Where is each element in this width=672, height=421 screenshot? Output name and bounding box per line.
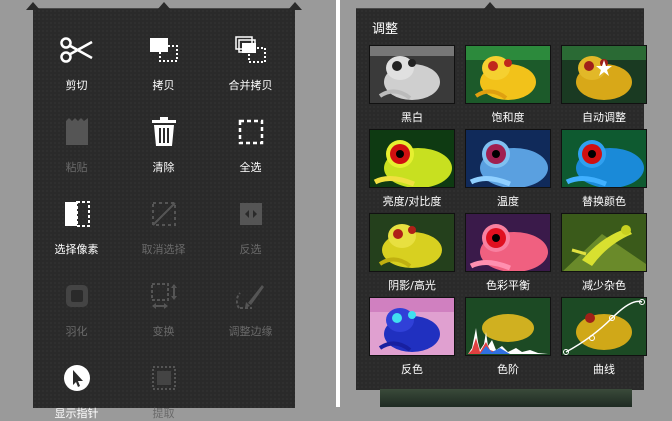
adjustments-panel: 调整 黑白 饱和度 自动调整 亮度/对比度 温度 替换颜色 阴影/高光 色彩平衡…: [356, 2, 647, 390]
invert-thumbnail: [369, 297, 455, 356]
adjust-black-white[interactable]: 黑白: [366, 45, 458, 125]
select-pixels-icon: [57, 195, 97, 233]
deselect-label: 取消选择: [141, 243, 186, 256]
adjust-curves[interactable]: 曲线: [558, 297, 650, 377]
adjust-invert[interactable]: 反色: [366, 297, 458, 377]
saturation-thumbnail: [465, 45, 551, 104]
deselect-icon: [144, 195, 184, 233]
pointer-icon: [57, 359, 97, 397]
select-pixels-button[interactable]: 选择像素: [33, 187, 120, 257]
select-pixels-label: 选择像素: [54, 243, 99, 256]
shadows-highlights-label: 阴影/高光: [388, 279, 436, 292]
adjust-brightness-contrast[interactable]: 亮度/对比度: [366, 129, 458, 209]
select-all-label: 全选: [239, 161, 262, 174]
curves-thumbnail: [561, 297, 647, 356]
scissors-icon: [57, 31, 97, 69]
transform-icon: [144, 277, 184, 315]
feather-button[interactable]: 羽化: [33, 269, 120, 339]
saturation-label: 饱和度: [491, 111, 525, 124]
black-white-label: 黑白: [401, 111, 423, 124]
adjust-auto[interactable]: 自动调整: [558, 45, 650, 125]
adjust-saturation[interactable]: 饱和度: [462, 45, 554, 125]
replace-color-thumbnail: [561, 129, 647, 188]
adjustments-title: 调整: [372, 22, 399, 37]
adjust-replace-color[interactable]: 替换颜色: [558, 129, 650, 209]
invert-selection-label: 反选: [239, 243, 262, 256]
auto-adjust-label: 自动调整: [582, 111, 626, 124]
temperature-thumbnail: [465, 129, 551, 188]
extract-label: 提取: [152, 407, 175, 420]
color-balance-label: 色彩平衡: [486, 279, 530, 292]
show-pointer-button[interactable]: 显示指针: [33, 351, 120, 421]
deselect-button[interactable]: 取消选择: [120, 187, 207, 257]
transform-label: 变换: [152, 325, 175, 338]
invert-label: 反色: [401, 363, 423, 376]
copy-button[interactable]: 拷贝: [120, 23, 207, 93]
paste-label: 粘贴: [65, 161, 88, 174]
adjust-color-balance[interactable]: 色彩平衡: [462, 213, 554, 293]
adjust-shadows-highlights[interactable]: 阴影/高光: [366, 213, 458, 293]
select-all-button[interactable]: 全选: [207, 105, 294, 175]
transform-button[interactable]: 变换: [120, 269, 207, 339]
copy-merged-icon: [231, 31, 271, 69]
cut-label: 剪切: [65, 79, 88, 92]
copy-icon: [144, 31, 184, 69]
paste-icon: [57, 113, 97, 151]
cut-button[interactable]: 剪切: [33, 23, 120, 93]
show-pointer-label: 显示指针: [54, 407, 99, 420]
adjust-panel-pointer-notch: [483, 2, 497, 10]
refine-edge-label: 调整边缘: [228, 325, 273, 338]
reduce-noise-thumbnail: [561, 213, 647, 272]
clear-button[interactable]: 清除: [120, 105, 207, 175]
extract-button[interactable]: 提取: [120, 351, 207, 421]
copy-merged-label: 合并拷贝: [228, 79, 273, 92]
extract-icon: [144, 359, 184, 397]
levels-label: 色阶: [497, 363, 519, 376]
panel-pointer-notch: [157, 2, 171, 10]
shadows-highlights-thumbnail: [369, 213, 455, 272]
invert-selection-button[interactable]: 反选: [207, 187, 294, 257]
black-white-thumbnail: [369, 45, 455, 104]
invert-selection-icon: [231, 195, 271, 233]
reduce-noise-label: 减少杂色: [582, 279, 626, 292]
clear-label: 清除: [152, 161, 175, 174]
auto-adjust-thumbnail: [561, 45, 647, 104]
panel-divider: [336, 0, 340, 407]
panel-corner-right: [288, 2, 302, 10]
adjust-temperature[interactable]: 温度: [462, 129, 554, 209]
photo-canvas-edge: [380, 389, 632, 407]
color-balance-thumbnail: [465, 213, 551, 272]
adjust-reduce-noise[interactable]: 减少杂色: [558, 213, 650, 293]
refine-edge-brush-icon: [231, 277, 271, 315]
brightness-contrast-label: 亮度/对比度: [382, 195, 442, 208]
curves-label: 曲线: [593, 363, 615, 376]
select-all-icon: [231, 113, 271, 151]
panel-corner-left: [26, 2, 40, 10]
replace-color-label: 替换颜色: [582, 195, 626, 208]
brightness-contrast-thumbnail: [369, 129, 455, 188]
edit-menu-panel: 剪切 拷贝 合并拷贝 粘贴 清除 全选 选择像素 取消选择 反选 羽化 变换 调…: [26, 2, 302, 420]
paste-button[interactable]: 粘贴: [33, 105, 120, 175]
feather-label: 羽化: [65, 325, 88, 338]
adjust-levels[interactable]: 色阶: [462, 297, 554, 377]
refine-edge-button[interactable]: 调整边缘: [207, 269, 294, 339]
temperature-label: 温度: [497, 195, 519, 208]
copy-label: 拷贝: [152, 79, 175, 92]
trash-icon: [144, 113, 184, 151]
feather-icon: [57, 277, 97, 315]
levels-thumbnail: [465, 297, 551, 356]
copy-merged-button[interactable]: 合并拷贝: [207, 23, 294, 93]
